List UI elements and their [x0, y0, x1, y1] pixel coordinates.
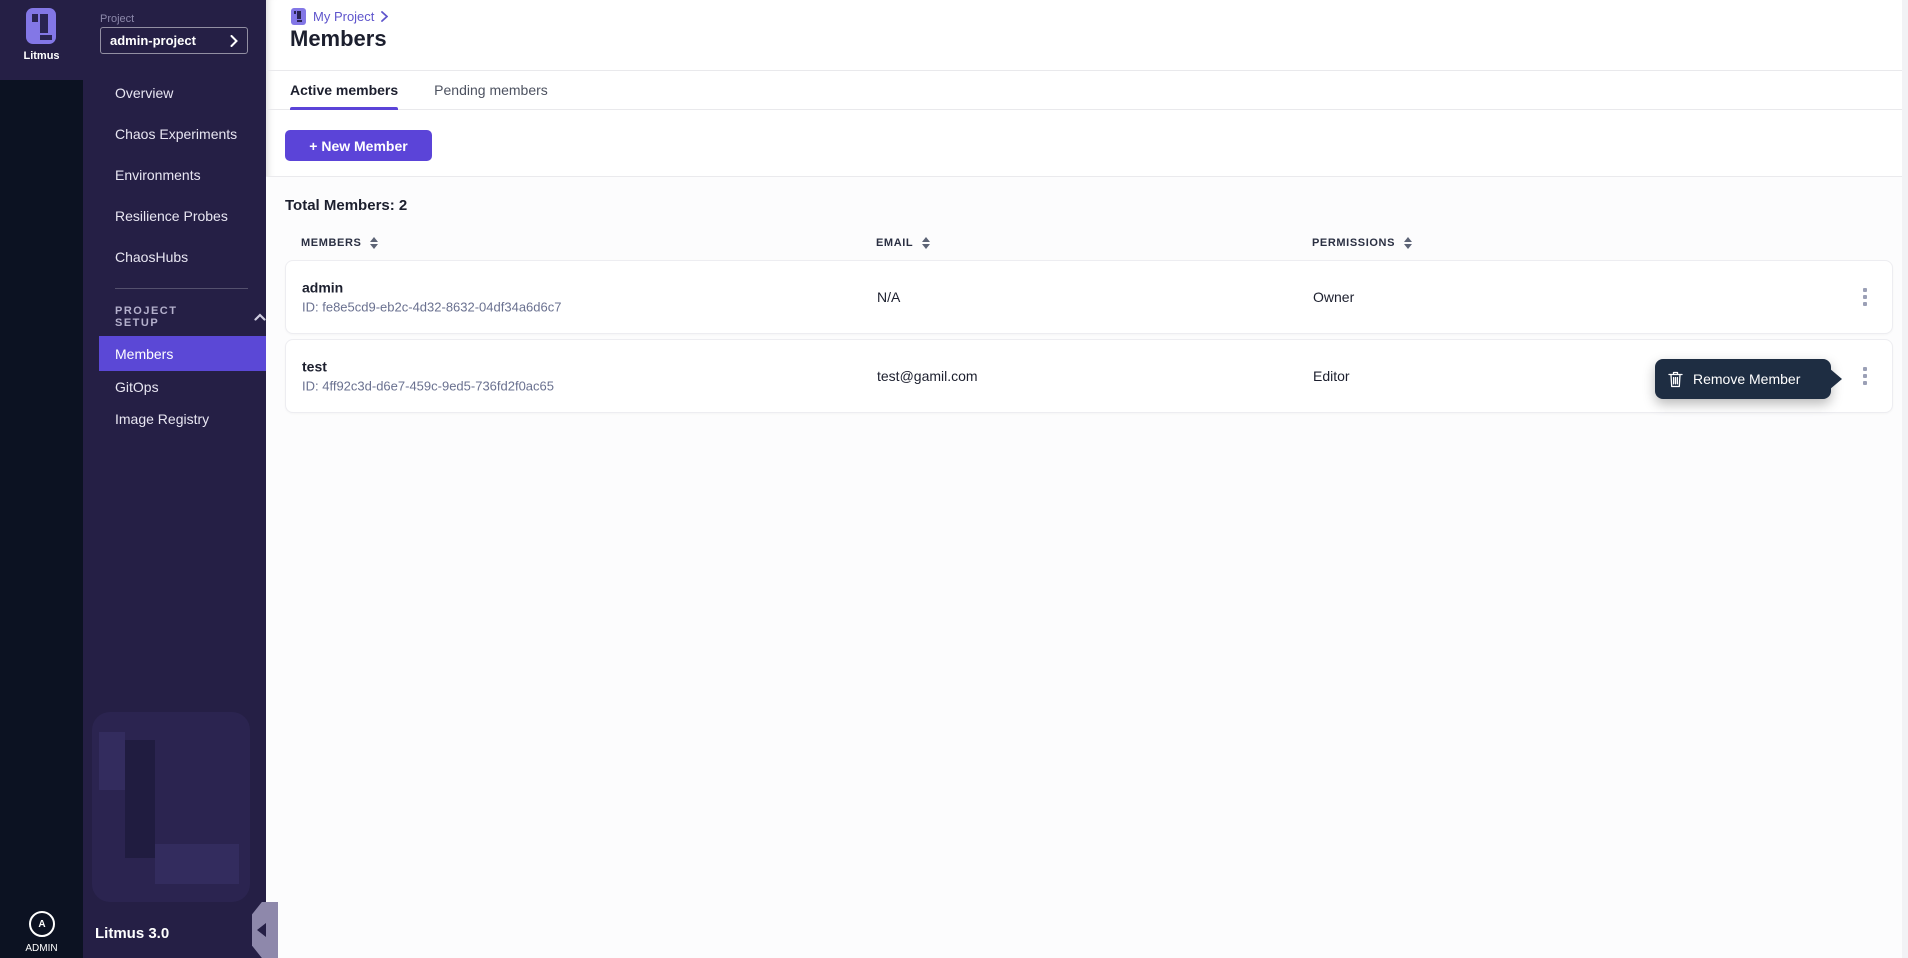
sidebar-item-resilience-probes[interactable]: Resilience Probes	[83, 195, 266, 236]
member-permission-cell: Editor	[1313, 368, 1350, 384]
left-rail: Litmus A ADMIN	[0, 0, 83, 958]
litmus-brand-label: Litmus	[0, 50, 83, 62]
table-row-admin: admin ID: fe8e5cd9-eb2c-4d32-8632-04df34…	[285, 260, 1893, 334]
app-window: Litmus A ADMIN Project admin-project Ove…	[0, 0, 1908, 958]
member-name: test	[302, 359, 554, 375]
kebab-menu-icon[interactable]	[1853, 283, 1877, 311]
project-selector-value: admin-project	[110, 33, 230, 48]
members-table-area: Total Members: 2 MEMBERS EMAIL PERMISSIO…	[266, 177, 1908, 958]
sidebar-item-overview[interactable]: Overview	[83, 72, 266, 113]
user-role-label: ADMIN	[0, 943, 83, 954]
total-members-label: Total Members: 2	[285, 197, 407, 214]
sidebar-item-image-registry[interactable]: Image Registry	[83, 402, 266, 435]
rail-logo-block[interactable]: Litmus	[0, 0, 83, 80]
litmus-watermark-logo	[92, 712, 250, 902]
member-name-cell: admin ID: fe8e5cd9-eb2c-4d32-8632-04df34…	[302, 280, 561, 315]
table-row-test: test ID: 4ff92c3d-d6e7-459c-9ed5-736fd2f…	[285, 339, 1893, 413]
sidebar-item-chaoshubs[interactable]: ChaosHubs	[83, 236, 266, 277]
sidebar-item-gitops[interactable]: GitOps	[83, 371, 266, 402]
chevron-up-icon	[254, 313, 266, 321]
sidebar-item-environments[interactable]: Environments	[83, 154, 266, 195]
remove-member-label: Remove Member	[1693, 371, 1800, 387]
user-avatar[interactable]: A	[29, 911, 55, 937]
member-name-cell: test ID: 4ff92c3d-d6e7-459c-9ed5-736fd2f…	[302, 359, 554, 394]
sort-icon[interactable]	[1404, 237, 1412, 249]
tab-bar: Active members Pending members	[266, 71, 1908, 110]
column-header-permissions[interactable]: PERMISSIONS	[1312, 231, 1412, 255]
member-email-cell: test@gamil.com	[877, 368, 978, 384]
member-permission-cell: Owner	[1313, 289, 1354, 305]
breadcrumb-project-icon	[291, 8, 306, 25]
sidebar-item-chaos-experiments[interactable]: Chaos Experiments	[83, 113, 266, 154]
kebab-menu-icon[interactable]	[1853, 362, 1877, 390]
collapse-arrow-icon	[257, 923, 266, 937]
tab-active-members[interactable]: Active members	[290, 71, 398, 110]
member-id: ID: fe8e5cd9-eb2c-4d32-8632-04df34a6d6c7	[302, 300, 561, 315]
project-setup-section-header[interactable]: PROJECT SETUP	[83, 305, 266, 329]
sort-icon[interactable]	[370, 237, 378, 249]
scrollbar-track[interactable]	[1902, 0, 1908, 958]
main-content: My Project Members Active members Pendin…	[266, 0, 1908, 958]
app-version-label: Litmus 3.0	[95, 925, 169, 942]
sidebar-divider	[115, 288, 248, 289]
breadcrumb-project-link[interactable]: My Project	[313, 9, 374, 24]
collapse-sidebar-handle[interactable]	[252, 902, 278, 958]
tab-pending-members[interactable]: Pending members	[434, 71, 548, 110]
breadcrumb: My Project	[291, 6, 388, 26]
project-selector-label: Project	[100, 13, 134, 25]
member-email-cell: N/A	[877, 289, 900, 305]
chevron-right-icon	[230, 35, 238, 47]
member-name: admin	[302, 280, 561, 296]
breadcrumb-chevron-icon	[381, 11, 388, 22]
column-header-email[interactable]: EMAIL	[876, 231, 930, 255]
trash-icon	[1668, 371, 1683, 388]
sidebar-item-members[interactable]: Members	[99, 336, 266, 371]
project-sidebar: Project admin-project Overview Chaos Exp…	[83, 0, 266, 958]
sort-icon[interactable]	[922, 237, 930, 249]
member-id: ID: 4ff92c3d-d6e7-459c-9ed5-736fd2f0ac65	[302, 379, 554, 394]
remove-member-menu-item[interactable]: Remove Member	[1655, 359, 1831, 399]
litmus-logo-icon	[26, 8, 56, 44]
project-setup-label: PROJECT SETUP	[115, 305, 226, 329]
column-header-members[interactable]: MEMBERS	[301, 231, 378, 255]
project-selector[interactable]: admin-project	[100, 27, 248, 54]
page-title: Members	[290, 26, 387, 52]
new-member-button[interactable]: + New Member	[285, 130, 432, 161]
